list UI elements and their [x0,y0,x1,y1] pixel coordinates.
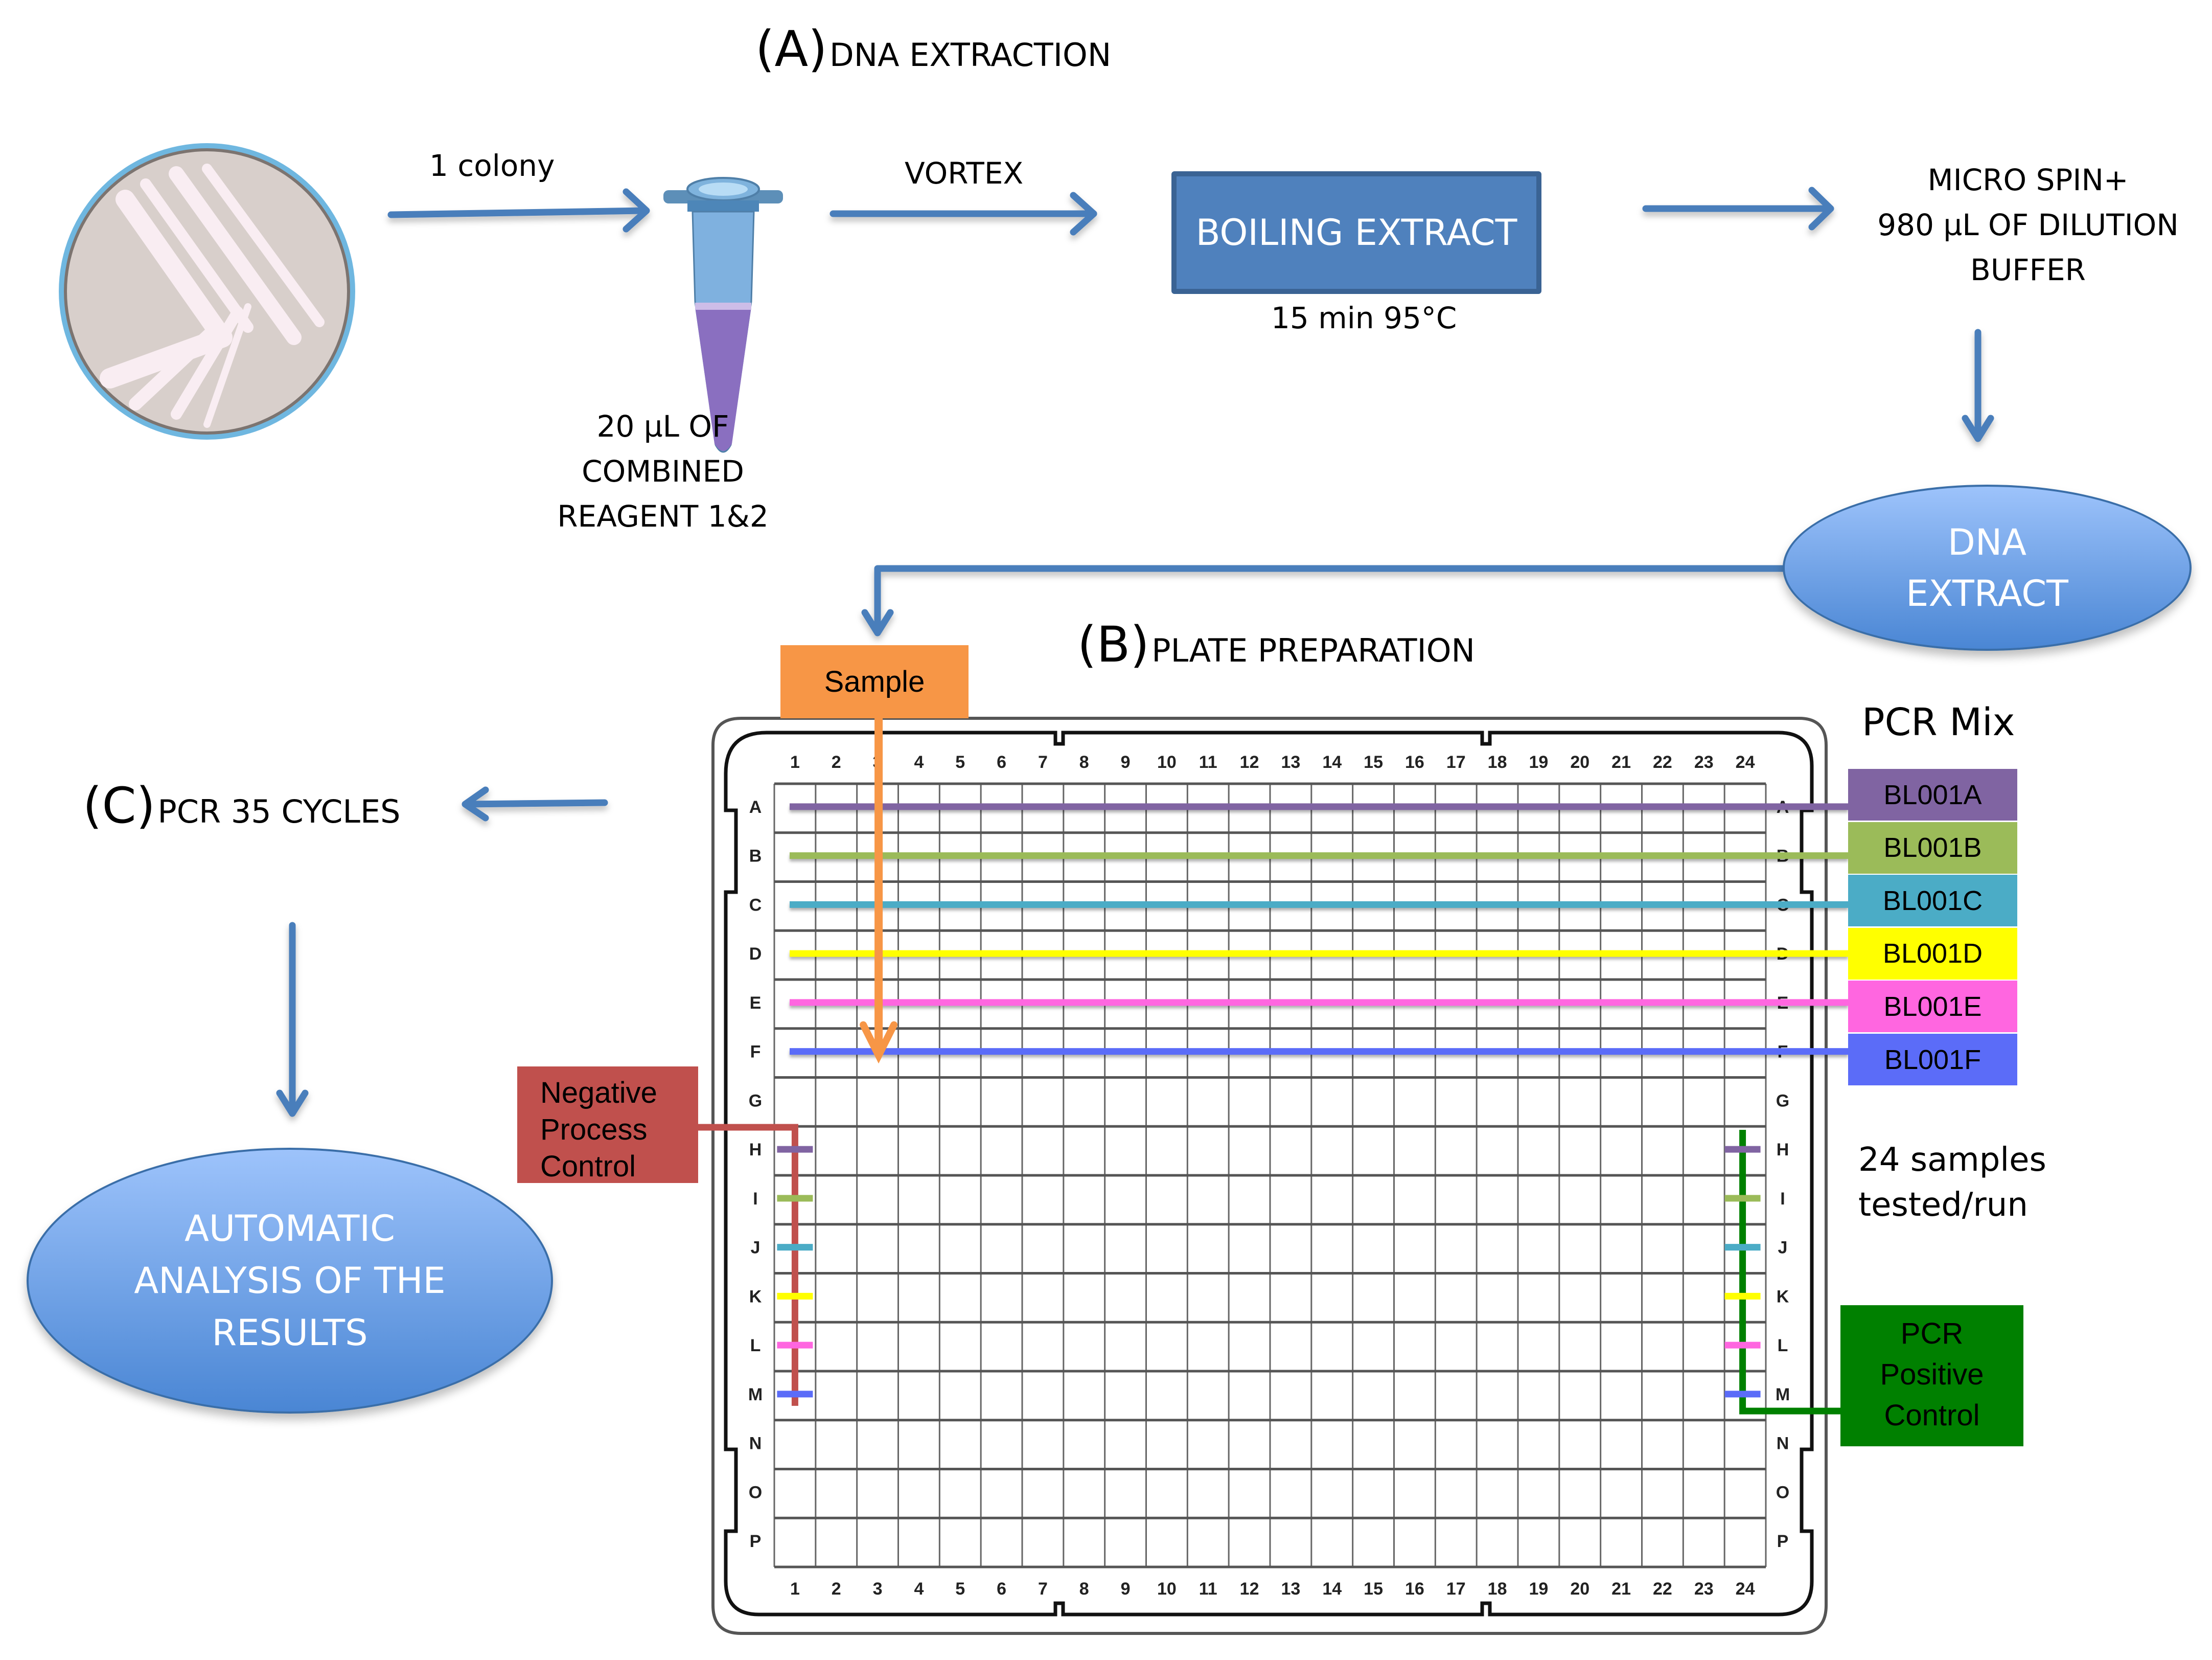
column-label-top: 21 [1611,753,1631,772]
column-label-top: 12 [1240,753,1259,772]
column-label-bottom: 15 [1364,1579,1383,1599]
column-label-top: 6 [997,753,1006,772]
positive-control-box: PCR Positive Control [1840,1305,2023,1446]
negative-control-line: Process [540,1113,648,1146]
row-label-left: P [750,1532,762,1551]
row-label-left: G [749,1091,762,1110]
row-label-right: M [1776,1385,1790,1404]
column-label-bottom: 9 [1121,1579,1131,1599]
row-label-right: G [1776,1091,1789,1110]
pcr-mix-box: BL001A [1848,769,2017,822]
column-label-bottom: 2 [832,1579,841,1599]
sample-box: Sample [780,645,969,718]
column-label-bottom: 14 [1322,1579,1342,1599]
column-label-top: 9 [1121,753,1131,772]
row-label-left: F [750,1042,761,1062]
column-label-bottom: 7 [1038,1579,1048,1599]
column-label-bottom: 13 [1281,1579,1301,1599]
throughput-line: tested/run [1858,1186,2028,1224]
column-label-top: 24 [1736,753,1755,772]
row-label-right: I [1780,1189,1785,1209]
pcr-mix-box: BL001F [1848,1034,2017,1086]
positive-control-line: Positive [1880,1358,1984,1391]
row-label-left: A [749,798,762,817]
column-label-top: 2 [832,753,841,772]
pcr-mix-box: BL001C [1848,875,2017,928]
row-label-left: J [751,1238,761,1258]
row-label-right: K [1777,1287,1789,1306]
column-label-bottom: 24 [1736,1579,1755,1599]
column-label-bottom: 3 [873,1579,883,1599]
column-label-top: 18 [1488,753,1507,772]
column-label-bottom: 6 [997,1579,1006,1599]
column-label-top: 4 [914,753,924,772]
row-label-right: N [1777,1434,1789,1453]
column-label-top: 19 [1529,753,1549,772]
column-label-bottom: 5 [955,1579,965,1599]
pcr-mix-box: BL001D [1848,927,2017,981]
row-label-left: O [749,1483,762,1502]
column-label-bottom: 1 [790,1579,800,1599]
column-label-bottom: 4 [914,1579,924,1599]
row-label-right: H [1777,1140,1789,1159]
column-label-bottom: 21 [1611,1579,1631,1599]
plate-inner-border [724,731,1814,1617]
column-label-bottom: 16 [1405,1579,1424,1599]
column-label-top: 11 [1199,753,1217,772]
row-label-left: B [749,847,762,866]
row-label-right: P [1777,1532,1789,1551]
row-label-left: L [750,1336,761,1355]
row-label-left: K [749,1287,762,1306]
pcr-mix-box: BL001B [1848,822,2017,875]
column-label-top: 22 [1653,753,1672,772]
throughput-line: 24 samples [1858,1141,2046,1179]
negative-control-box: Negative Process Control [517,1066,698,1183]
plate-grid [773,782,1767,1568]
row-label-left: D [749,944,762,964]
negative-control-line: Control [540,1150,636,1183]
column-label-bottom: 12 [1240,1579,1259,1599]
column-label-bottom: 17 [1446,1579,1466,1599]
column-label-top: 5 [955,753,965,772]
column-label-bottom: 8 [1079,1579,1089,1599]
column-label-bottom: 10 [1157,1579,1177,1599]
pcr-mix-title: PCR Mix [1862,700,2015,744]
row-label-right: O [1776,1483,1789,1502]
positive-control-line: Control [1884,1399,1980,1432]
column-label-top: 23 [1694,753,1714,772]
column-label-top: 16 [1405,753,1424,772]
column-label-bottom: 18 [1488,1579,1507,1599]
row-label-left: E [750,993,762,1013]
negative-control-line: Negative [540,1076,657,1109]
pcr-mix-box: BL001E [1848,981,2017,1034]
column-label-top: 15 [1364,753,1383,772]
row-label-left: C [749,895,762,915]
column-label-top: 7 [1038,753,1048,772]
row-label-left: I [753,1189,757,1209]
column-label-top: 13 [1281,753,1301,772]
column-label-bottom: 11 [1199,1579,1217,1599]
column-label-top: 10 [1157,753,1177,772]
throughput-label: 24 samples tested/run [1858,1138,2046,1227]
row-label-left: N [749,1434,762,1453]
column-label-top: 1 [790,753,800,772]
positive-control-line: PCR [1900,1317,1964,1350]
column-label-top: 14 [1322,753,1342,772]
column-label-bottom: 19 [1529,1579,1549,1599]
column-label-top: 8 [1079,753,1089,772]
row-label-left: M [748,1385,763,1404]
column-label-bottom: 23 [1694,1579,1714,1599]
row-label-right: L [1778,1336,1788,1355]
plate-assay-lines [698,718,1848,1415]
column-label-bottom: 22 [1653,1579,1672,1599]
row-label-right: J [1778,1238,1788,1258]
column-label-top: 17 [1446,753,1466,772]
column-label-top: 20 [1570,753,1589,772]
column-label-bottom: 20 [1570,1579,1589,1599]
row-label-left: H [749,1140,762,1159]
